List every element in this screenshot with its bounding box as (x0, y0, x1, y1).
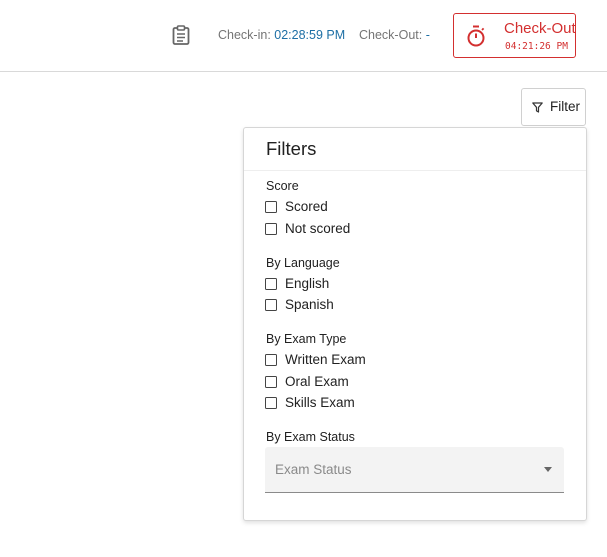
panel-divider (244, 170, 586, 171)
filter-button-label: Filter (550, 99, 580, 114)
checkout-button-label: Check-Out (504, 20, 576, 37)
stopwatch-icon (467, 25, 485, 47)
filters-panel-title: Filters (266, 138, 317, 159)
checkbox-label: Not scored (285, 221, 351, 236)
filters-panel: Filters Score Scored Not scored By Langu… (243, 127, 587, 521)
checkout-button[interactable]: Check-Out 04:21:26 PM (453, 13, 576, 58)
checkin-label: Check-in: (218, 28, 271, 42)
checkbox-box[interactable] (265, 376, 277, 388)
chevron-down-icon[interactable] (544, 467, 552, 472)
top-bar: Check-in: 02:28:59 PM Check-Out: - Check… (0, 0, 607, 72)
section-exam-status-label: By Exam Status (266, 430, 355, 444)
checkout-status: Check-Out: - (359, 28, 430, 42)
checkout-label: Check-Out: (359, 28, 423, 42)
checkin-status: Check-in: 02:28:59 PM (218, 28, 345, 42)
exam-status-placeholder: Exam Status (275, 462, 352, 477)
exam-status-select[interactable]: Exam Status (265, 447, 564, 493)
filter-button[interactable]: Filter (521, 88, 586, 126)
checkin-time: 02:28:59 PM (274, 28, 346, 42)
section-language-label: By Language (266, 256, 340, 270)
checkbox-box[interactable] (265, 201, 277, 213)
checkbox-box[interactable] (265, 278, 277, 290)
checkbox-label: Oral Exam (285, 374, 349, 389)
checkbox-box[interactable] (265, 299, 277, 311)
checkbox-box[interactable] (265, 354, 277, 366)
section-score-label: Score (266, 179, 299, 193)
checkbox-label: Skills Exam (285, 395, 355, 410)
checkbox-box[interactable] (265, 397, 277, 409)
checkbox-label: Scored (285, 199, 328, 214)
checkout-value: - (425, 28, 430, 42)
checkbox-label: English (285, 276, 330, 291)
checkbox-label: Written Exam (285, 352, 366, 367)
clipboard-icon[interactable] (172, 25, 190, 45)
filter-funnel-icon (532, 102, 543, 113)
checkout-button-time: 04:21:26 PM (505, 41, 568, 52)
section-exam-type-label: By Exam Type (266, 332, 347, 346)
checkbox-box[interactable] (265, 223, 277, 235)
checkbox-label: Spanish (285, 297, 334, 312)
